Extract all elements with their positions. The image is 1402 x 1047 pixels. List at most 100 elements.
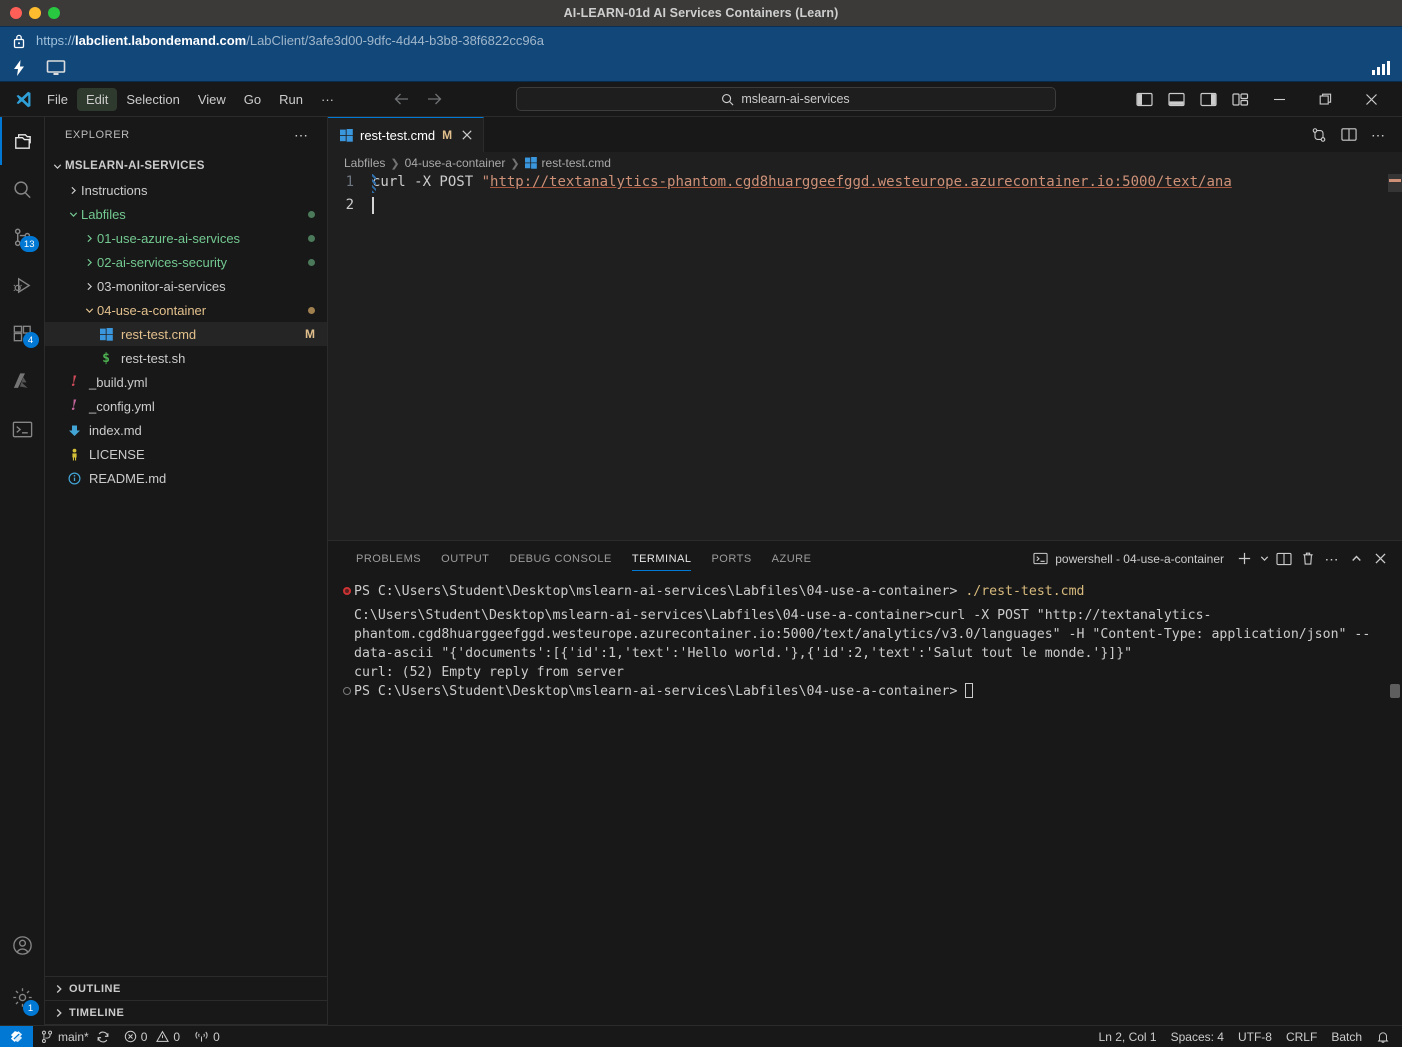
git-status-dot <box>308 306 315 314</box>
command-status-marker <box>340 682 354 695</box>
activitybar-explorer[interactable] <box>0 117 45 165</box>
tree-item-readme-md[interactable]: README.md <box>45 466 327 490</box>
browser-url-bar[interactable]: https://labclient.labondemand.com/LabCli… <box>0 26 1402 54</box>
monitor-icon[interactable] <box>46 59 66 77</box>
status-language-mode[interactable]: Batch <box>1324 1026 1369 1047</box>
chevron-down-icon[interactable] <box>1256 547 1272 571</box>
tree-item-02-ai-services-security[interactable]: 02-ai-services-security <box>45 250 327 274</box>
maximize-button[interactable] <box>1302 82 1348 116</box>
menu-more[interactable]: ··· <box>312 88 343 111</box>
explorer-more-actions-icon[interactable]: ⋯ <box>294 128 309 142</box>
git-status-dot <box>308 258 315 266</box>
close-button[interactable] <box>1348 82 1394 116</box>
status-indentation[interactable]: Spaces: 4 <box>1164 1026 1231 1047</box>
maximize-panel-icon[interactable] <box>1344 547 1368 571</box>
menu-go[interactable]: Go <box>235 88 270 111</box>
terminal-selector-label: powershell - 04-use-a-container <box>1055 551 1224 566</box>
activitybar-settings[interactable]: 1 <box>0 969 45 1025</box>
search-input[interactable]: mslearn-ai-services <box>515 87 1056 111</box>
editor-tab-rest-test-cmd[interactable]: rest-test.cmd M <box>328 117 485 152</box>
toggle-secondary-sidebar-icon[interactable] <box>1192 84 1224 114</box>
close-icon[interactable] <box>461 129 473 141</box>
breadcrumb-item-04-use-a-container[interactable]: 04-use-a-container <box>405 156 506 170</box>
toggle-panel-icon[interactable] <box>1160 84 1192 114</box>
close-panel-icon[interactable] <box>1368 547 1392 571</box>
tab-output[interactable]: OUTPUT <box>431 541 499 576</box>
tree-item-03-monitor-ai-services[interactable]: 03-monitor-ai-services <box>45 274 327 298</box>
overview-mark <box>1389 179 1401 182</box>
sync-icon[interactable] <box>96 1030 110 1044</box>
activitybar-account[interactable] <box>0 921 45 969</box>
menu-file[interactable]: File <box>38 88 77 111</box>
windows-icon <box>97 327 115 341</box>
terminal-output[interactable]: PS C:\Users\Student\Desktop\mslearn-ai-s… <box>328 576 1402 1025</box>
status-eol[interactable]: CRLF <box>1279 1026 1324 1047</box>
code-url[interactable]: http://textanalytics-phantom.cgd8huargge… <box>490 174 1232 190</box>
breadcrumb-item-labfiles[interactable]: Labfiles <box>344 156 385 170</box>
code-editor[interactable]: 1 curl -X POST "http://textanalytics-pha… <box>328 174 1402 540</box>
tab-debug-console[interactable]: DEBUG CONSOLE <box>499 541 621 576</box>
split-editor-icon[interactable] <box>1341 127 1357 142</box>
new-terminal-icon[interactable] <box>1232 547 1256 571</box>
status-encoding[interactable]: UTF-8 <box>1231 1026 1279 1047</box>
customize-layout-icon[interactable] <box>1224 84 1256 114</box>
breadcrumb-item-rest-test-cmd[interactable]: rest-test.cmd <box>542 156 611 170</box>
tab-problems[interactable]: PROBLEMS <box>346 541 431 576</box>
activitybar-search[interactable] <box>0 165 45 213</box>
tree-item-labfiles[interactable]: Labfiles <box>45 202 327 226</box>
tree-item-04-use-a-container[interactable]: 04-use-a-container <box>45 298 327 322</box>
terminal-scrollbar[interactable] <box>1390 684 1400 698</box>
editor-more-actions-icon[interactable]: ⋯ <box>1371 128 1386 142</box>
editor-tab-modified-badge: M <box>442 128 453 142</box>
tree-item-rest-test-sh[interactable]: $ rest-test.sh <box>45 346 327 370</box>
editor-overview-ruler[interactable] <box>1388 174 1402 540</box>
tree-item-config-yml[interactable]: ! _config.yml <box>45 394 327 418</box>
menu-edit[interactable]: Edit <box>76 87 118 111</box>
kill-terminal-icon[interactable] <box>1296 547 1320 571</box>
tab-ports[interactable]: PORTS <box>701 541 761 576</box>
chevron-down-icon <box>49 161 65 172</box>
activitybar-run-and-debug[interactable] <box>0 261 45 309</box>
forward-arrow-icon[interactable] <box>425 91 443 107</box>
menu-view[interactable]: View <box>189 88 235 111</box>
tree-item-license[interactable]: LICENSE <box>45 442 327 466</box>
status-ports[interactable]: 0 <box>187 1026 227 1047</box>
power-icon[interactable] <box>12 59 26 77</box>
url-text[interactable]: https://labclient.labondemand.com/LabCli… <box>36 33 544 48</box>
toggle-primary-sidebar-icon[interactable] <box>1128 84 1160 114</box>
scrollbar-thumb[interactable] <box>1388 174 1402 192</box>
markdown-icon <box>65 424 83 437</box>
tree-item-01-use-azure-ai-services[interactable]: 01-use-azure-ai-services <box>45 226 327 250</box>
activitybar-terminal[interactable] <box>0 405 45 453</box>
search-icon <box>721 93 734 106</box>
activitybar-source-control[interactable]: 13 <box>0 213 45 261</box>
status-branch[interactable]: main* <box>33 1026 117 1047</box>
menu-selection[interactable]: Selection <box>117 88 188 111</box>
sidebar-section-timeline[interactable]: TIMELINE <box>45 1001 327 1025</box>
compare-changes-icon[interactable] <box>1311 127 1327 143</box>
tree-item-index-md[interactable]: index.md <box>45 418 327 442</box>
split-terminal-icon[interactable] <box>1272 547 1296 571</box>
activitybar-extensions[interactable]: 4 <box>0 309 45 357</box>
tab-azure[interactable]: AZURE <box>762 541 822 576</box>
tab-terminal[interactable]: TERMINAL <box>622 541 702 576</box>
panel-more-actions-icon[interactable]: ⋯ <box>1320 547 1344 571</box>
minimize-button[interactable] <box>1256 82 1302 116</box>
tree-root-mslearn-ai-services[interactable]: MSLEARN-AI-SERVICES <box>45 154 327 178</box>
back-arrow-icon[interactable] <box>393 91 411 107</box>
menu-run[interactable]: Run <box>270 88 312 111</box>
activitybar-azure[interactable] <box>0 357 45 405</box>
tree-item-rest-test-cmd[interactable]: rest-test.cmd M <box>45 322 327 346</box>
status-cursor-position[interactable]: Ln 2, Col 1 <box>1092 1026 1164 1047</box>
remote-indicator-button[interactable] <box>0 1025 33 1047</box>
text-caret <box>372 197 374 214</box>
tree-item-instructions[interactable]: Instructions <box>45 178 327 202</box>
tree-item-label: 03-monitor-ai-services <box>97 278 226 294</box>
status-notifications[interactable] <box>1369 1026 1402 1047</box>
url-scheme: https:// <box>36 33 76 48</box>
tree-item-build-yml[interactable]: ! _build.yml <box>45 370 327 394</box>
terminal-selector[interactable]: powershell - 04-use-a-container <box>1033 551 1224 566</box>
terminal-line-text: C:\Users\Student\Desktop\mslearn-ai-serv… <box>354 608 1371 661</box>
sidebar-section-outline[interactable]: OUTLINE <box>45 977 327 1001</box>
status-problems[interactable]: 0 0 <box>117 1026 187 1047</box>
